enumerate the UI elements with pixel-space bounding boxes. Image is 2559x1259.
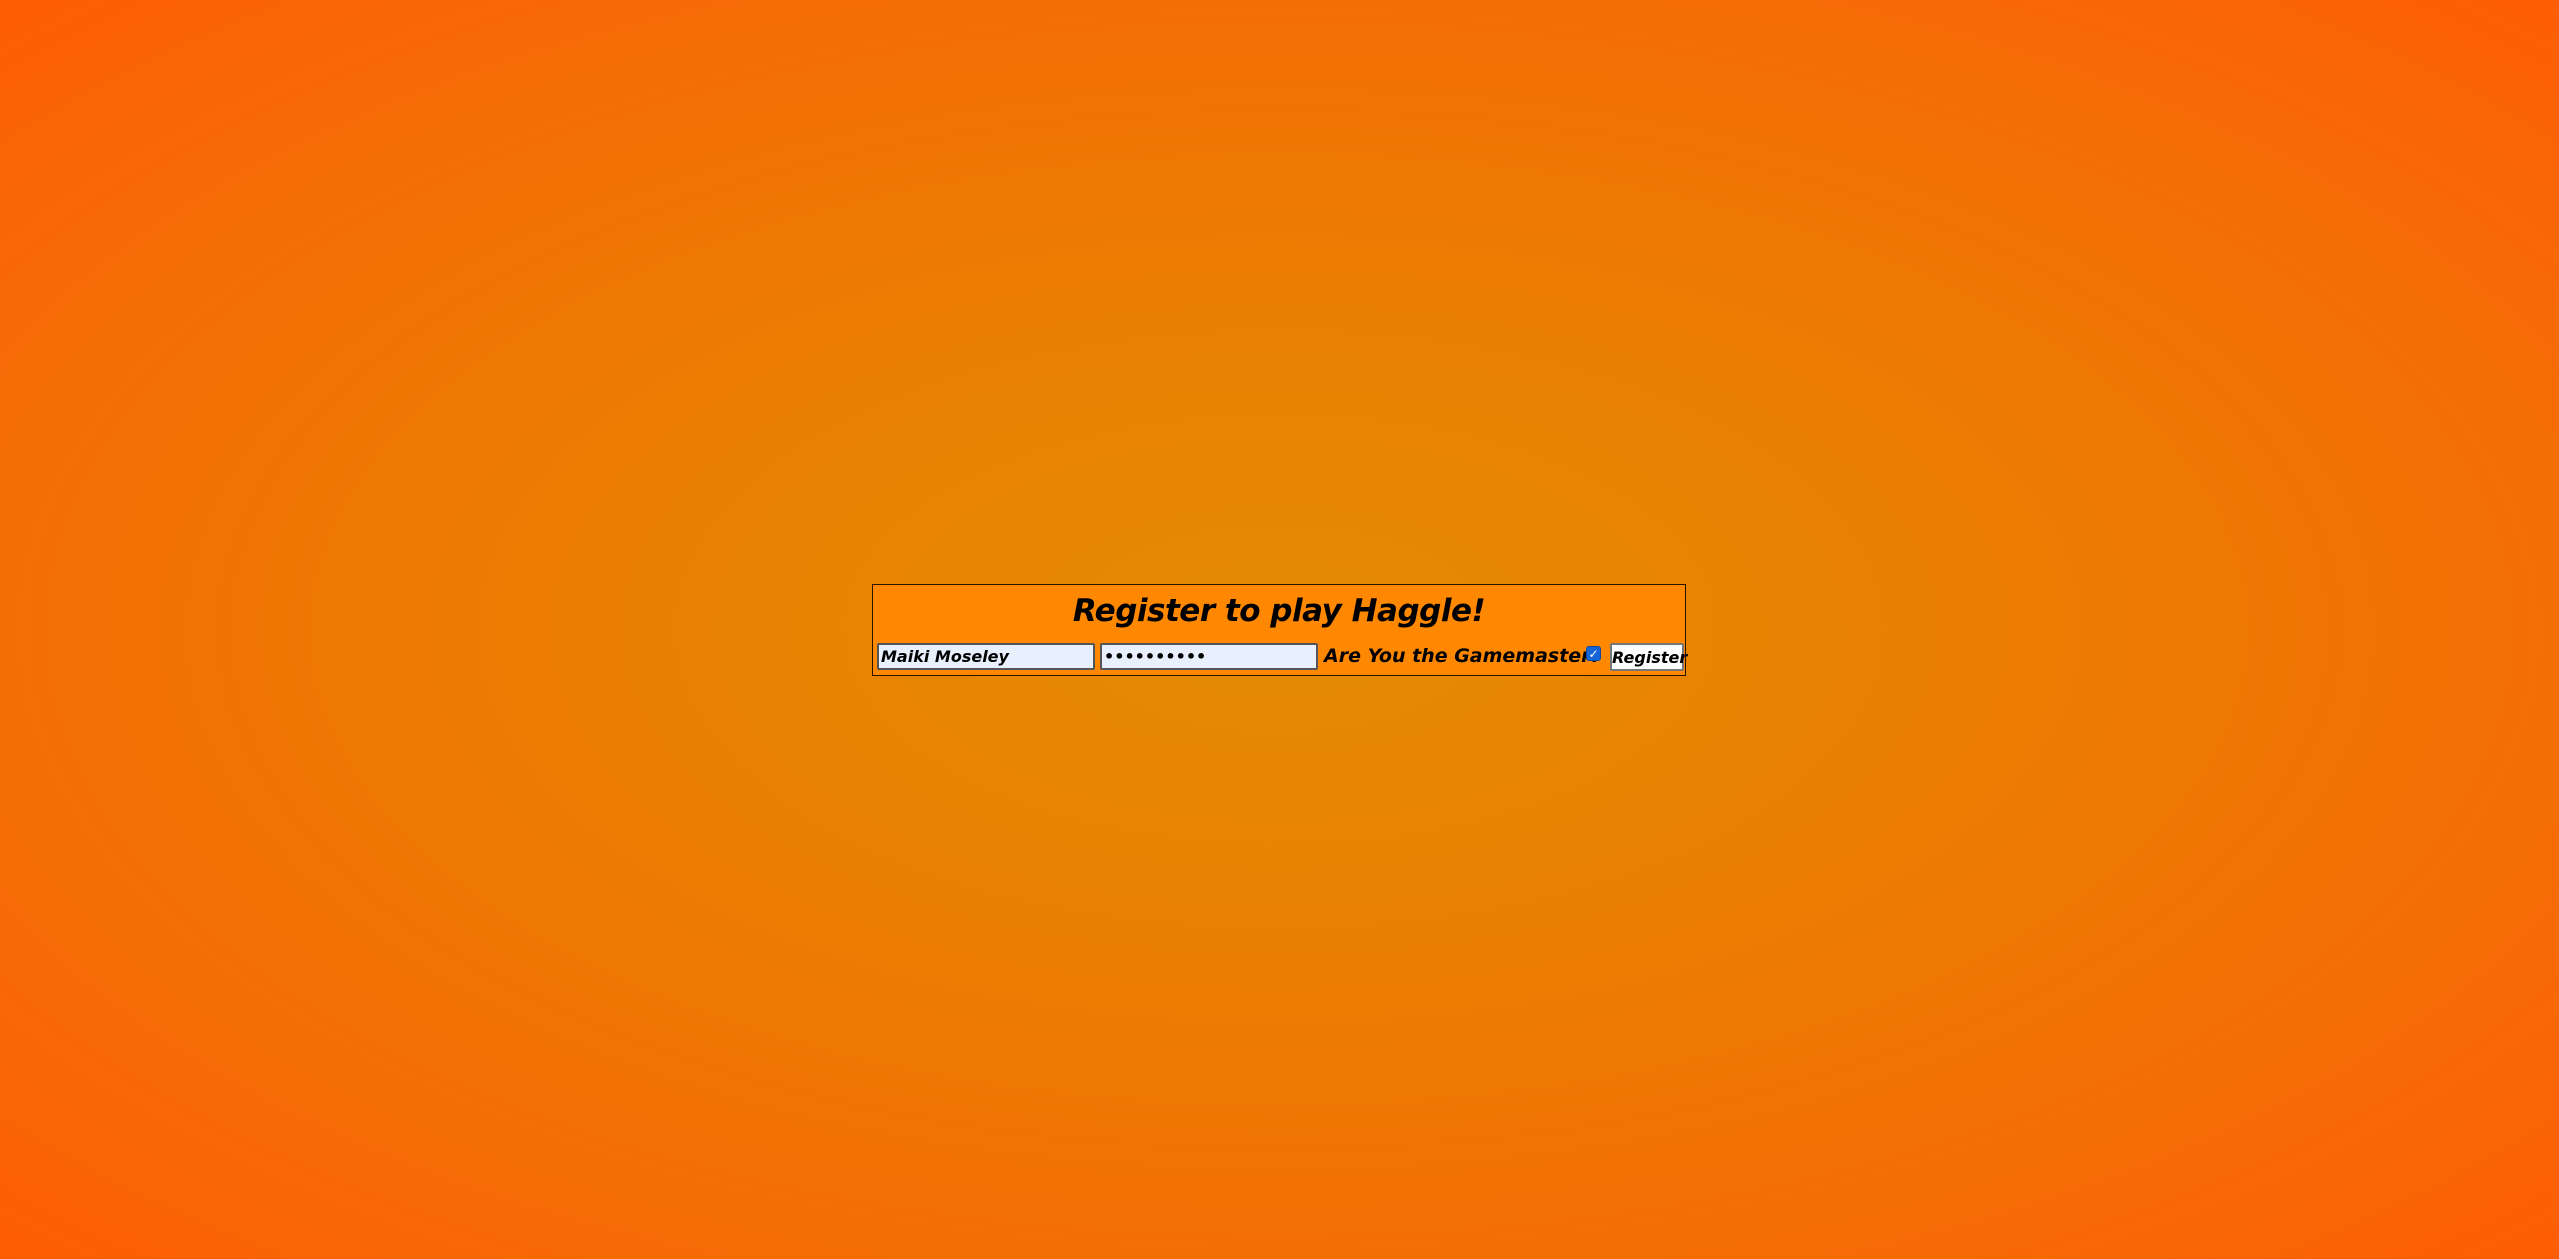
username-input[interactable] [877,643,1095,670]
password-input[interactable] [1100,643,1318,670]
gamemaster-label: Are You the Gamemaster? [1324,645,1602,667]
gamemaster-checkbox[interactable]: ✓ [1586,646,1601,661]
checkmark-icon: ✓ [1588,646,1599,661]
register-panel: Register to play Haggle! Are You the Gam… [872,584,1687,676]
register-button[interactable]: Register [1610,643,1687,671]
register-form: Are You the Gamemaster? ✓ Register [877,643,1687,671]
page-title: Register to play Haggle! [1072,593,1486,629]
